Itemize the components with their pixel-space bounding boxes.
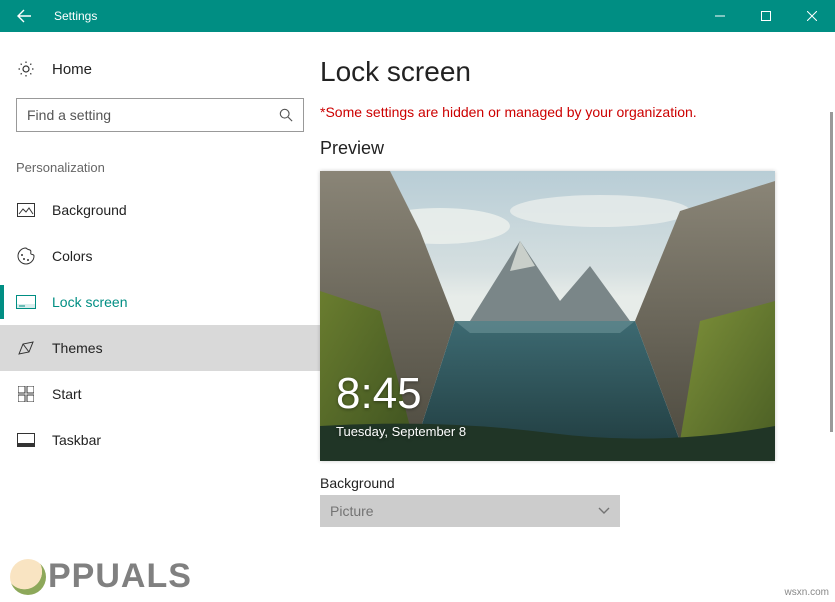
search-input[interactable] [27, 107, 279, 123]
preview-time: 8:45 [336, 369, 422, 419]
minimize-button[interactable] [697, 0, 743, 32]
sidebar-item-colors[interactable]: Colors [0, 233, 320, 279]
dropdown-value: Picture [330, 503, 374, 519]
maximize-button[interactable] [743, 0, 789, 32]
background-label: Background [320, 475, 805, 491]
sidebar-item-lock-screen[interactable]: Lock screen [0, 279, 320, 325]
sidebar-item-background[interactable]: Background [0, 187, 320, 233]
titlebar: Settings [0, 0, 835, 32]
back-arrow-icon [16, 8, 32, 24]
sidebar-item-label: Lock screen [52, 294, 127, 310]
section-header: Personalization [0, 152, 320, 187]
chevron-down-icon [598, 507, 610, 515]
sidebar: Home Personalization Background Colors [0, 32, 320, 602]
gear-icon [16, 60, 36, 78]
minimize-icon [715, 11, 725, 21]
home-nav[interactable]: Home [0, 52, 320, 86]
close-icon [807, 11, 817, 21]
preview-heading: Preview [320, 138, 805, 159]
sidebar-item-label: Background [52, 202, 127, 218]
search-box[interactable] [16, 98, 304, 132]
lock-screen-icon [16, 295, 36, 309]
themes-icon [16, 340, 36, 356]
home-label: Home [52, 61, 92, 78]
taskbar-icon [16, 433, 36, 447]
start-icon [16, 386, 36, 402]
preview-date: Tuesday, September 8 [336, 424, 466, 439]
picture-icon [16, 203, 36, 217]
sidebar-item-themes[interactable]: Themes [0, 325, 320, 371]
page-title: Lock screen [320, 56, 805, 88]
sidebar-item-start[interactable]: Start [0, 371, 320, 417]
window-title: Settings [54, 9, 97, 23]
search-icon [279, 108, 293, 122]
policy-warning: *Some settings are hidden or managed by … [320, 104, 805, 120]
background-dropdown[interactable]: Picture [320, 495, 620, 527]
content-area: Lock screen *Some settings are hidden or… [320, 32, 835, 602]
sidebar-item-label: Themes [52, 340, 103, 356]
maximize-icon [761, 11, 771, 21]
sidebar-item-label: Start [52, 386, 82, 402]
palette-icon [16, 247, 36, 265]
sidebar-item-label: Colors [52, 248, 92, 264]
back-button[interactable] [0, 0, 48, 32]
close-button[interactable] [789, 0, 835, 32]
sidebar-item-label: Taskbar [52, 432, 101, 448]
lockscreen-preview: 8:45 Tuesday, September 8 [320, 171, 775, 461]
sidebar-item-taskbar[interactable]: Taskbar [0, 417, 320, 463]
scrollbar[interactable] [830, 112, 833, 432]
